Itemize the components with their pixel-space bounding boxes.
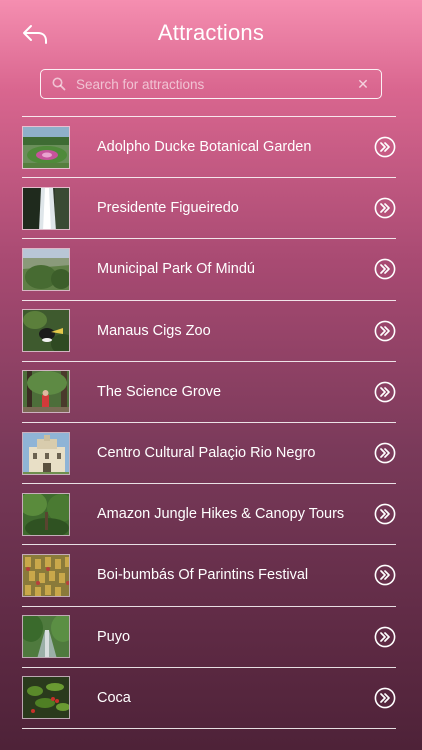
chevron-right-circle-icon[interactable] bbox=[374, 381, 396, 403]
list-item[interactable]: Manaus Cigs Zoo bbox=[22, 301, 396, 362]
attraction-thumbnail bbox=[22, 615, 70, 659]
attraction-name: The Science Grove bbox=[97, 383, 222, 400]
attraction-name: Municipal Park Of Mindú bbox=[97, 261, 255, 278]
clear-icon[interactable]: ✕ bbox=[353, 74, 373, 94]
chevron-right-circle-icon[interactable] bbox=[374, 626, 396, 648]
chevron-right-circle-icon[interactable] bbox=[374, 258, 396, 280]
list-item[interactable]: The Science Grove bbox=[22, 362, 396, 423]
chevron-right-circle-icon[interactable] bbox=[374, 442, 396, 464]
search-icon bbox=[51, 76, 67, 92]
search-input[interactable] bbox=[76, 71, 353, 97]
attraction-thumbnail bbox=[22, 431, 70, 475]
attraction-thumbnail bbox=[22, 370, 70, 414]
list-item[interactable]: Adolpho Ducke Botanical Garden bbox=[22, 117, 396, 179]
chevron-right-circle-icon[interactable] bbox=[374, 320, 396, 342]
attraction-thumbnail bbox=[22, 676, 70, 720]
attraction-thumbnail bbox=[22, 186, 70, 230]
attraction-thumbnail bbox=[22, 125, 70, 169]
list-item[interactable]: Presidente Figueiredo bbox=[22, 178, 396, 240]
list-item[interactable]: Coca bbox=[22, 668, 396, 729]
attraction-name: Presidente Figueiredo bbox=[97, 200, 239, 217]
attraction-name: Boi-bumbás Of Parintins Festival bbox=[97, 567, 309, 584]
chevron-right-circle-icon[interactable] bbox=[374, 136, 396, 158]
list-item[interactable]: Amazon Jungle Hikes & Canopy Tours bbox=[22, 484, 396, 546]
page-title: Attractions bbox=[157, 20, 265, 45]
list-item[interactable]: Municipal Park Of Mindú bbox=[22, 239, 396, 301]
header-bar: Attractions bbox=[0, 0, 422, 66]
attractions-list: Adolpho Ducke Botanical Garden Presidente… bbox=[22, 116, 396, 729]
list-item[interactable]: Puyo bbox=[22, 607, 396, 668]
search-bar: ✕ bbox=[40, 69, 382, 99]
attraction-thumbnail bbox=[22, 553, 70, 597]
list-item[interactable]: Boi-bumbás Of Parintins Festival bbox=[22, 545, 396, 607]
attraction-thumbnail bbox=[22, 492, 70, 536]
attraction-thumbnail bbox=[22, 309, 70, 353]
attraction-name: Adolpho Ducke Botanical Garden bbox=[97, 139, 312, 156]
chevron-right-circle-icon[interactable] bbox=[374, 687, 396, 709]
attraction-name: Puyo bbox=[97, 628, 131, 645]
chevron-right-circle-icon[interactable] bbox=[374, 503, 396, 525]
attraction-name: Amazon Jungle Hikes & Canopy Tours bbox=[97, 506, 345, 523]
list-item[interactable]: Centro Cultural Palaçio Rio Negro bbox=[22, 423, 396, 485]
attraction-thumbnail bbox=[22, 247, 70, 291]
attraction-name: Centro Cultural Palaçio Rio Negro bbox=[97, 445, 316, 462]
attraction-name: Coca bbox=[97, 689, 131, 706]
attraction-name: Manaus Cigs Zoo bbox=[97, 322, 211, 339]
chevron-right-circle-icon[interactable] bbox=[374, 197, 396, 219]
chevron-right-circle-icon[interactable] bbox=[374, 564, 396, 586]
